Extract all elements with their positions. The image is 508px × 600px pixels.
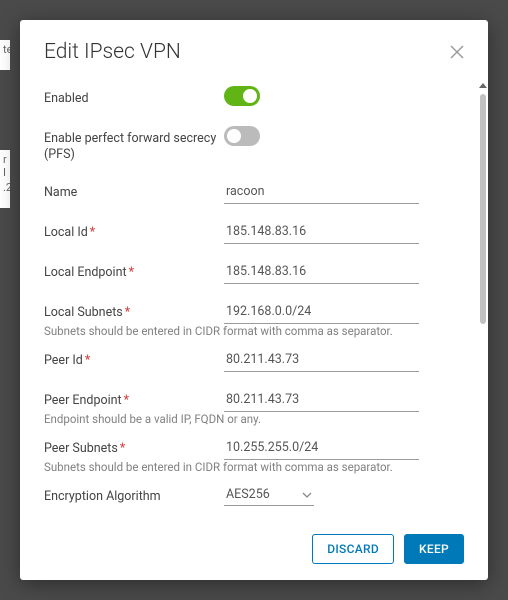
background-text: tes: [0, 40, 10, 70]
modal-footer: DISCARD KEEP: [20, 518, 488, 580]
scroll-thumb[interactable]: [480, 94, 486, 324]
discard-button[interactable]: DISCARD: [312, 534, 394, 564]
row-enabled: Enabled: [44, 86, 454, 110]
label-local-subnets: Local Subnets*: [44, 300, 224, 321]
modal-body: Enabled Enable perfect forward secrecy (…: [20, 78, 488, 518]
label-peer-id: Peer Id*: [44, 348, 224, 369]
background-text: .21: [0, 178, 10, 208]
input-name[interactable]: [224, 180, 419, 204]
helper-local-subnets: Subnets should be entered in CIDR format…: [44, 324, 454, 338]
select-encryption[interactable]: AES256: [224, 484, 314, 506]
modal-header: Edit IPsec VPN: [20, 20, 488, 78]
input-peer-endpoint[interactable]: [224, 388, 419, 412]
label-local-endpoint: Local Endpoint*: [44, 260, 224, 281]
row-pfs: Enable perfect forward secrecy (PFS): [44, 126, 454, 164]
helper-peer-endpoint: Endpoint should be a valid IP, FQDN or a…: [44, 412, 454, 426]
chevron-down-icon: [302, 487, 312, 502]
row-local-subnets: Local Subnets*: [44, 300, 454, 324]
select-encryption-value: AES256: [226, 487, 302, 502]
row-encryption: Encryption Algorithm AES256: [44, 484, 454, 506]
toggle-enabled[interactable]: [224, 86, 260, 106]
label-encryption: Encryption Algorithm: [44, 484, 224, 505]
helper-peer-subnets: Subnets should be entered in CIDR format…: [44, 460, 454, 474]
row-local-id: Local Id*: [44, 220, 454, 244]
row-peer-id: Peer Id*: [44, 348, 454, 372]
row-local-endpoint: Local Endpoint*: [44, 260, 454, 284]
row-peer-endpoint: Peer Endpoint*: [44, 388, 454, 412]
label-peer-endpoint: Peer Endpoint*: [44, 388, 224, 409]
row-name: Name: [44, 180, 454, 204]
input-local-subnets[interactable]: [224, 300, 419, 324]
input-local-endpoint[interactable]: [224, 260, 419, 284]
background-text: r I: [0, 150, 10, 180]
modal-title: Edit IPsec VPN: [44, 40, 181, 64]
close-icon[interactable]: [450, 45, 464, 59]
row-peer-subnets: Peer Subnets*: [44, 436, 454, 460]
label-local-id: Local Id*: [44, 220, 224, 241]
scroll-up-icon[interactable]: [478, 78, 488, 92]
scrollbar[interactable]: [478, 78, 488, 518]
label-pfs: Enable perfect forward secrecy (PFS): [44, 126, 224, 164]
edit-ipsec-vpn-modal: Edit IPsec VPN Enabled Enable perfect fo…: [20, 20, 488, 580]
input-peer-subnets[interactable]: [224, 436, 419, 460]
input-peer-id[interactable]: [224, 348, 419, 372]
label-name: Name: [44, 180, 224, 201]
keep-button[interactable]: KEEP: [404, 534, 464, 564]
toggle-pfs[interactable]: [224, 126, 260, 146]
label-peer-subnets: Peer Subnets*: [44, 436, 224, 457]
form-scroll-area: Enabled Enable perfect forward secrecy (…: [20, 78, 478, 518]
input-local-id[interactable]: [224, 220, 419, 244]
label-enabled: Enabled: [44, 86, 224, 107]
